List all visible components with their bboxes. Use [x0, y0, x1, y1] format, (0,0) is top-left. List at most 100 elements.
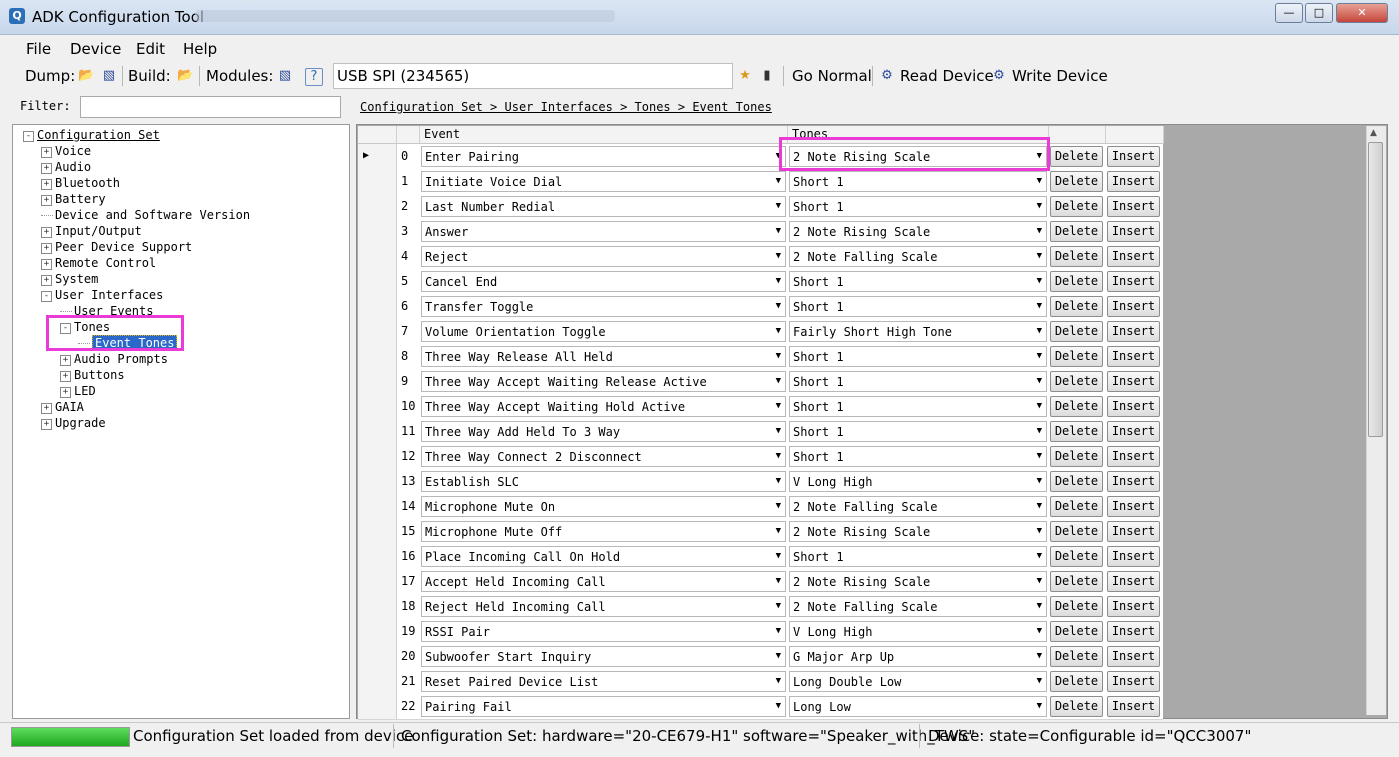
close-button[interactable]: ✕ [1336, 3, 1388, 23]
dropdown-arrow-icon[interactable]: ▼ [776, 701, 781, 711]
row-header[interactable] [358, 444, 397, 469]
dropdown-arrow-icon[interactable]: ▼ [1037, 651, 1042, 661]
dropdown-arrow-icon[interactable]: ▼ [776, 301, 781, 311]
table-row[interactable]: 13 Establish SLC ▼ V Long High ▼ Delete Insert [358, 469, 1163, 495]
dropdown-arrow-icon[interactable]: ▼ [1037, 701, 1042, 711]
row-header[interactable] [358, 344, 397, 369]
dropdown-arrow-icon[interactable]: ▼ [776, 601, 781, 611]
tree-node[interactable]: + Peer Device Support [41, 240, 192, 254]
table-row[interactable]: 20 Subwoofer Start Inquiry ▼ G Major Arp Up… [358, 644, 1163, 670]
tree-node[interactable]: + System [41, 272, 98, 286]
delete-button[interactable]: Delete [1050, 146, 1103, 167]
tone-select[interactable]: G Major Arp Up ▼ [789, 646, 1047, 667]
read-device-button[interactable]: Read Device [900, 67, 994, 85]
delete-button[interactable]: Delete [1050, 646, 1103, 667]
event-select[interactable]: Three Way Accept Waiting Release Active ▼ [421, 371, 786, 392]
expand-icon[interactable]: + [41, 163, 52, 174]
delete-button[interactable]: Delete [1050, 171, 1103, 192]
row-header[interactable]: ▶ [358, 144, 397, 169]
tone-select[interactable]: Fairly Short High Tone ▼ [789, 321, 1047, 342]
row-header[interactable] [358, 394, 397, 419]
delete-button[interactable]: Delete [1050, 446, 1103, 467]
row-header[interactable] [358, 494, 397, 519]
insert-button[interactable]: Insert [1107, 296, 1160, 317]
tone-select[interactable]: Short 1 ▼ [789, 346, 1047, 367]
tree-node[interactable]: + Buttons [60, 368, 125, 382]
delete-button[interactable]: Delete [1050, 596, 1103, 617]
event-select[interactable]: Last Number Redial ▼ [421, 196, 786, 217]
row-header[interactable] [358, 294, 397, 319]
dropdown-arrow-icon[interactable]: ▼ [776, 526, 781, 536]
dropdown-arrow-icon[interactable]: ▼ [1037, 601, 1042, 611]
expand-icon[interactable]: + [41, 403, 52, 414]
delete-button[interactable]: Delete [1050, 371, 1103, 392]
insert-button[interactable]: Insert [1107, 621, 1160, 642]
event-select[interactable]: Microphone Mute On ▼ [421, 496, 786, 517]
dropdown-arrow-icon[interactable]: ▼ [1037, 226, 1042, 236]
read-device-icon[interactable]: ⚙ [879, 68, 895, 84]
event-select[interactable]: Answer ▼ [421, 221, 786, 242]
dropdown-arrow-icon[interactable]: ▼ [776, 401, 781, 411]
row-header[interactable] [358, 519, 397, 544]
insert-button[interactable]: Insert [1107, 246, 1160, 267]
delete-button[interactable]: Delete [1050, 321, 1103, 342]
table-row[interactable]: 14 Microphone Mute On ▼ 2 Note Falling Scal… [358, 494, 1163, 520]
delete-button[interactable]: Delete [1050, 196, 1103, 217]
insert-button[interactable]: Insert [1107, 446, 1160, 467]
menu-edit[interactable]: Edit [136, 40, 165, 58]
dropdown-arrow-icon[interactable]: ▼ [1037, 351, 1042, 361]
insert-button[interactable]: Insert [1107, 546, 1160, 567]
menu-help[interactable]: Help [183, 40, 217, 58]
scrollbar-thumb[interactable] [1368, 142, 1383, 437]
minimize-button[interactable]: — [1275, 3, 1303, 23]
tree-node[interactable]: + Remote Control [41, 256, 156, 270]
row-header[interactable] [358, 194, 397, 219]
insert-button[interactable]: Insert [1107, 196, 1160, 217]
tone-select[interactable]: 2 Note Rising Scale ▼ [789, 521, 1047, 542]
tone-select[interactable]: Short 1 ▼ [789, 371, 1047, 392]
dropdown-arrow-icon[interactable]: ▼ [776, 276, 781, 286]
delete-button[interactable]: Delete [1050, 571, 1103, 592]
tone-select[interactable]: 2 Note Falling Scale ▼ [789, 596, 1047, 617]
table-row[interactable]: 8 Three Way Release All Held ▼ Short 1 ▼ Dele… [358, 344, 1163, 370]
build-folder-icon[interactable]: 📂 [177, 68, 193, 84]
delete-button[interactable]: Delete [1050, 246, 1103, 267]
dropdown-arrow-icon[interactable]: ▼ [1037, 476, 1042, 486]
dropdown-arrow-icon[interactable]: ▼ [1037, 176, 1042, 186]
dropdown-arrow-icon[interactable]: ▼ [1037, 576, 1042, 586]
tone-select[interactable]: Long Low ▼ [789, 696, 1047, 717]
insert-button[interactable]: Insert [1107, 521, 1160, 542]
insert-button[interactable]: Insert [1107, 471, 1160, 492]
tone-select[interactable]: V Long High ▼ [789, 471, 1047, 492]
table-row[interactable]: 16 Place Incoming Call On Hold ▼ Short 1 ▼ De… [358, 544, 1163, 570]
row-header[interactable] [358, 369, 397, 394]
go-normal-button[interactable]: Go Normal [792, 67, 872, 85]
insert-button[interactable]: Insert [1107, 221, 1160, 242]
dropdown-arrow-icon[interactable]: ▼ [776, 451, 781, 461]
filter-input[interactable] [80, 96, 341, 118]
table-row[interactable]: 4 Reject ▼ 2 Note Falling Scale ▼ Delete Inser… [358, 244, 1163, 270]
row-header[interactable] [358, 669, 397, 694]
table-row[interactable]: 7 Volume Orientation Toggle ▼ Fairly Short … [358, 319, 1163, 345]
expand-icon[interactable]: + [60, 355, 71, 366]
expand-icon[interactable]: + [60, 387, 71, 398]
table-row[interactable]: 22 Pairing Fail ▼ Long Low ▼ Delete Insert [358, 694, 1163, 720]
event-select[interactable]: Three Way Release All Held ▼ [421, 346, 786, 367]
tone-select[interactable]: Long Double Low ▼ [789, 671, 1047, 692]
dropdown-arrow-icon[interactable]: ▼ [1037, 551, 1042, 561]
table-row[interactable]: 10 Three Way Accept Waiting Hold Active ▼ S… [358, 394, 1163, 420]
row-header[interactable] [358, 619, 397, 644]
dropdown-arrow-icon[interactable]: ▼ [1037, 426, 1042, 436]
insert-button[interactable]: Insert [1107, 346, 1160, 367]
event-select[interactable]: Three Way Accept Waiting Hold Active ▼ [421, 396, 786, 417]
tone-select[interactable]: 2 Note Rising Scale ▼ [789, 221, 1047, 242]
dropdown-arrow-icon[interactable]: ▼ [1037, 376, 1042, 386]
event-select[interactable]: Reject ▼ [421, 246, 786, 267]
dropdown-arrow-icon[interactable]: ▼ [1037, 526, 1042, 536]
event-select[interactable]: Initiate Voice Dial ▼ [421, 171, 786, 192]
tone-select[interactable]: 2 Note Falling Scale ▼ [789, 496, 1047, 517]
dropdown-arrow-icon[interactable]: ▼ [1037, 676, 1042, 686]
insert-button[interactable]: Insert [1107, 671, 1160, 692]
delete-button[interactable]: Delete [1050, 421, 1103, 442]
row-header[interactable] [358, 469, 397, 494]
